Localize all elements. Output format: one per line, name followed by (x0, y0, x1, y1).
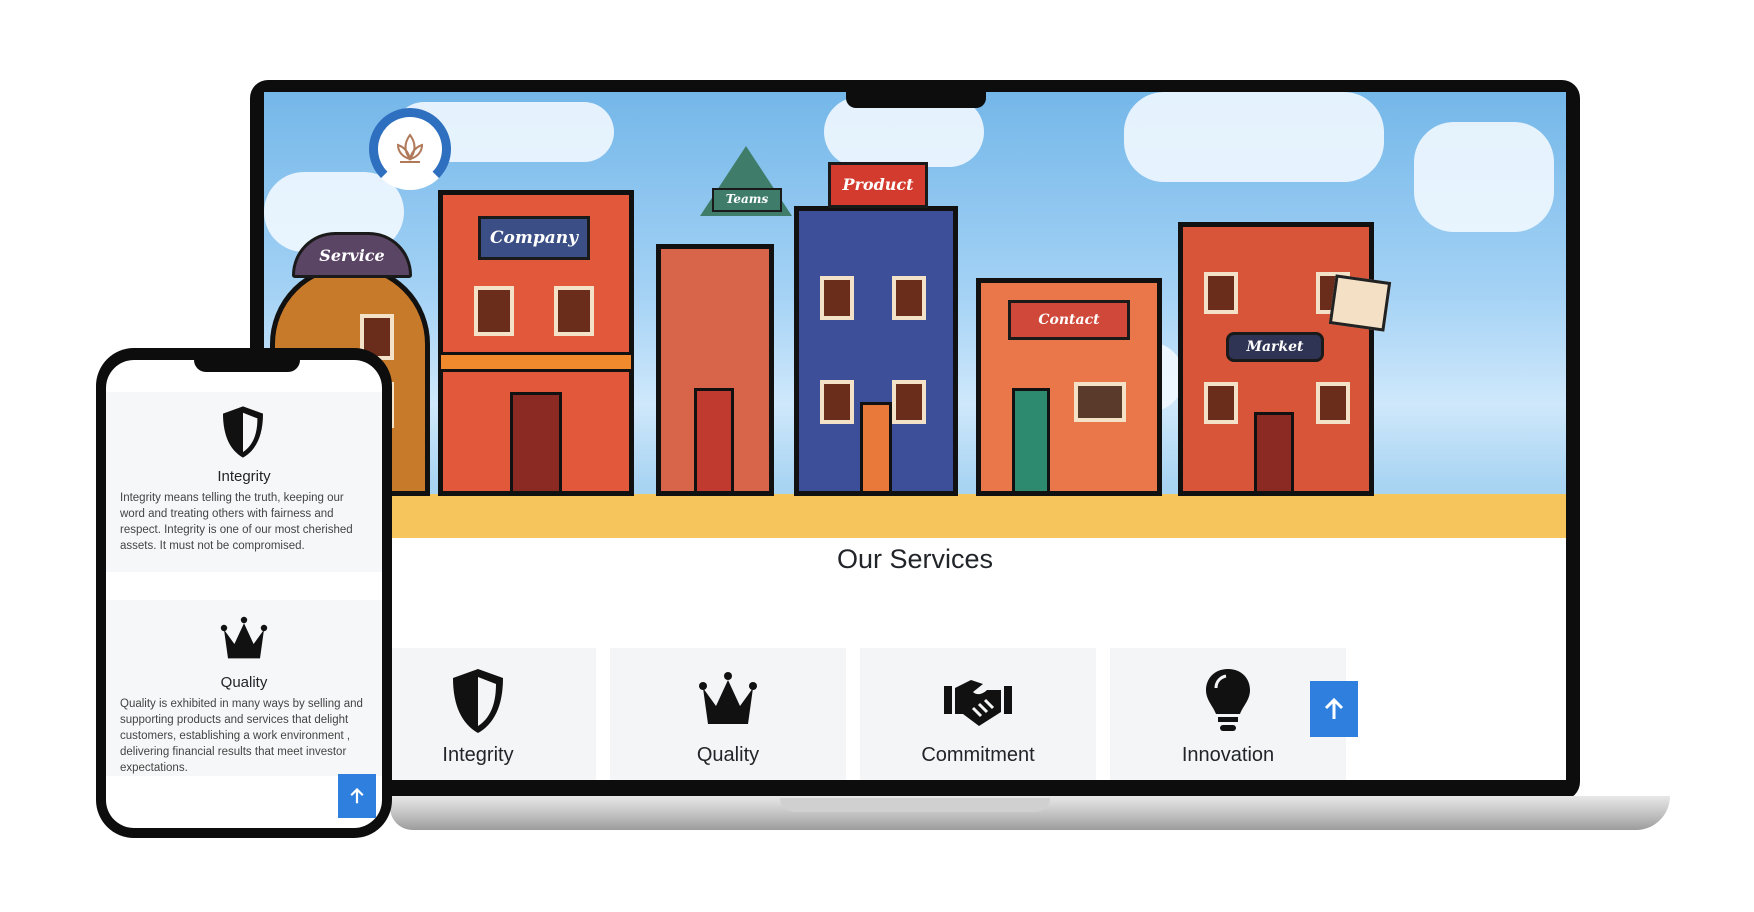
window (1316, 382, 1350, 424)
phone-notch (194, 350, 300, 372)
phone-screen: Integrity Integrity means telling the tr… (106, 360, 382, 828)
cloud (1414, 122, 1554, 232)
sign-market[interactable]: Market (1226, 332, 1324, 362)
mobile-card-title: Integrity (217, 468, 271, 485)
shield-icon (453, 669, 503, 733)
sign-company[interactable]: Company (478, 216, 590, 260)
leaf-logo-icon (396, 133, 424, 163)
laptop-camera-notch (846, 84, 986, 108)
door (860, 402, 892, 494)
ground (264, 494, 1566, 538)
door (510, 392, 562, 494)
scroll-top-button[interactable] (1310, 681, 1358, 737)
sign-product[interactable]: Product (828, 162, 928, 208)
mobile-card-description: Integrity means telling the truth, keepi… (120, 492, 353, 552)
lightbulb-icon (1206, 669, 1250, 731)
crown-icon (699, 672, 757, 724)
mobile-card-description: Quality is exhibited in many ways by sel… (120, 698, 363, 774)
hanging-sign (1328, 274, 1392, 332)
mobile-card-quality[interactable]: Quality Quality is exhibited in many way… (106, 600, 382, 776)
site-logo[interactable] (369, 108, 451, 190)
service-label: Integrity (442, 744, 514, 766)
hero-banner: Service Company Teams Product Contact Ma… (264, 92, 1566, 538)
sign-teams[interactable]: Teams (712, 188, 782, 212)
door (694, 388, 734, 494)
window (474, 286, 514, 336)
mobile-card-integrity[interactable]: Integrity Integrity means telling the tr… (106, 392, 382, 572)
service-label: Commitment (921, 744, 1035, 766)
mobile-card-title: Quality (220, 674, 268, 691)
cloud (1124, 92, 1384, 182)
door (1012, 388, 1050, 494)
window (820, 380, 854, 424)
services-title: Our Services (836, 544, 994, 574)
window (1204, 382, 1238, 424)
crown-icon (220, 616, 268, 659)
window (892, 276, 926, 320)
service-card-commitment[interactable]: Commitment (860, 648, 1096, 780)
window (820, 276, 854, 320)
laptop-base-groove (780, 798, 1050, 812)
arrow-up-icon (1324, 697, 1344, 719)
service-label: Innovation (1181, 744, 1275, 766)
mobile-scroll-top-button[interactable] (338, 774, 376, 818)
sign-contact[interactable]: Contact (1008, 300, 1130, 340)
laptop-screen: Service Company Teams Product Contact Ma… (264, 92, 1566, 780)
handshake-icon (944, 680, 1012, 726)
window (1074, 382, 1126, 422)
shield-icon (223, 406, 263, 458)
arrow-up-icon (350, 787, 364, 804)
service-card-integrity[interactable]: Integrity (360, 648, 596, 780)
door (1254, 412, 1294, 494)
service-card-quality[interactable]: Quality (610, 648, 846, 780)
awning (438, 352, 634, 372)
window (1204, 272, 1238, 314)
sign-service[interactable]: Service (292, 232, 412, 278)
window (554, 286, 594, 336)
service-label: Quality (696, 744, 760, 766)
window (892, 380, 926, 424)
